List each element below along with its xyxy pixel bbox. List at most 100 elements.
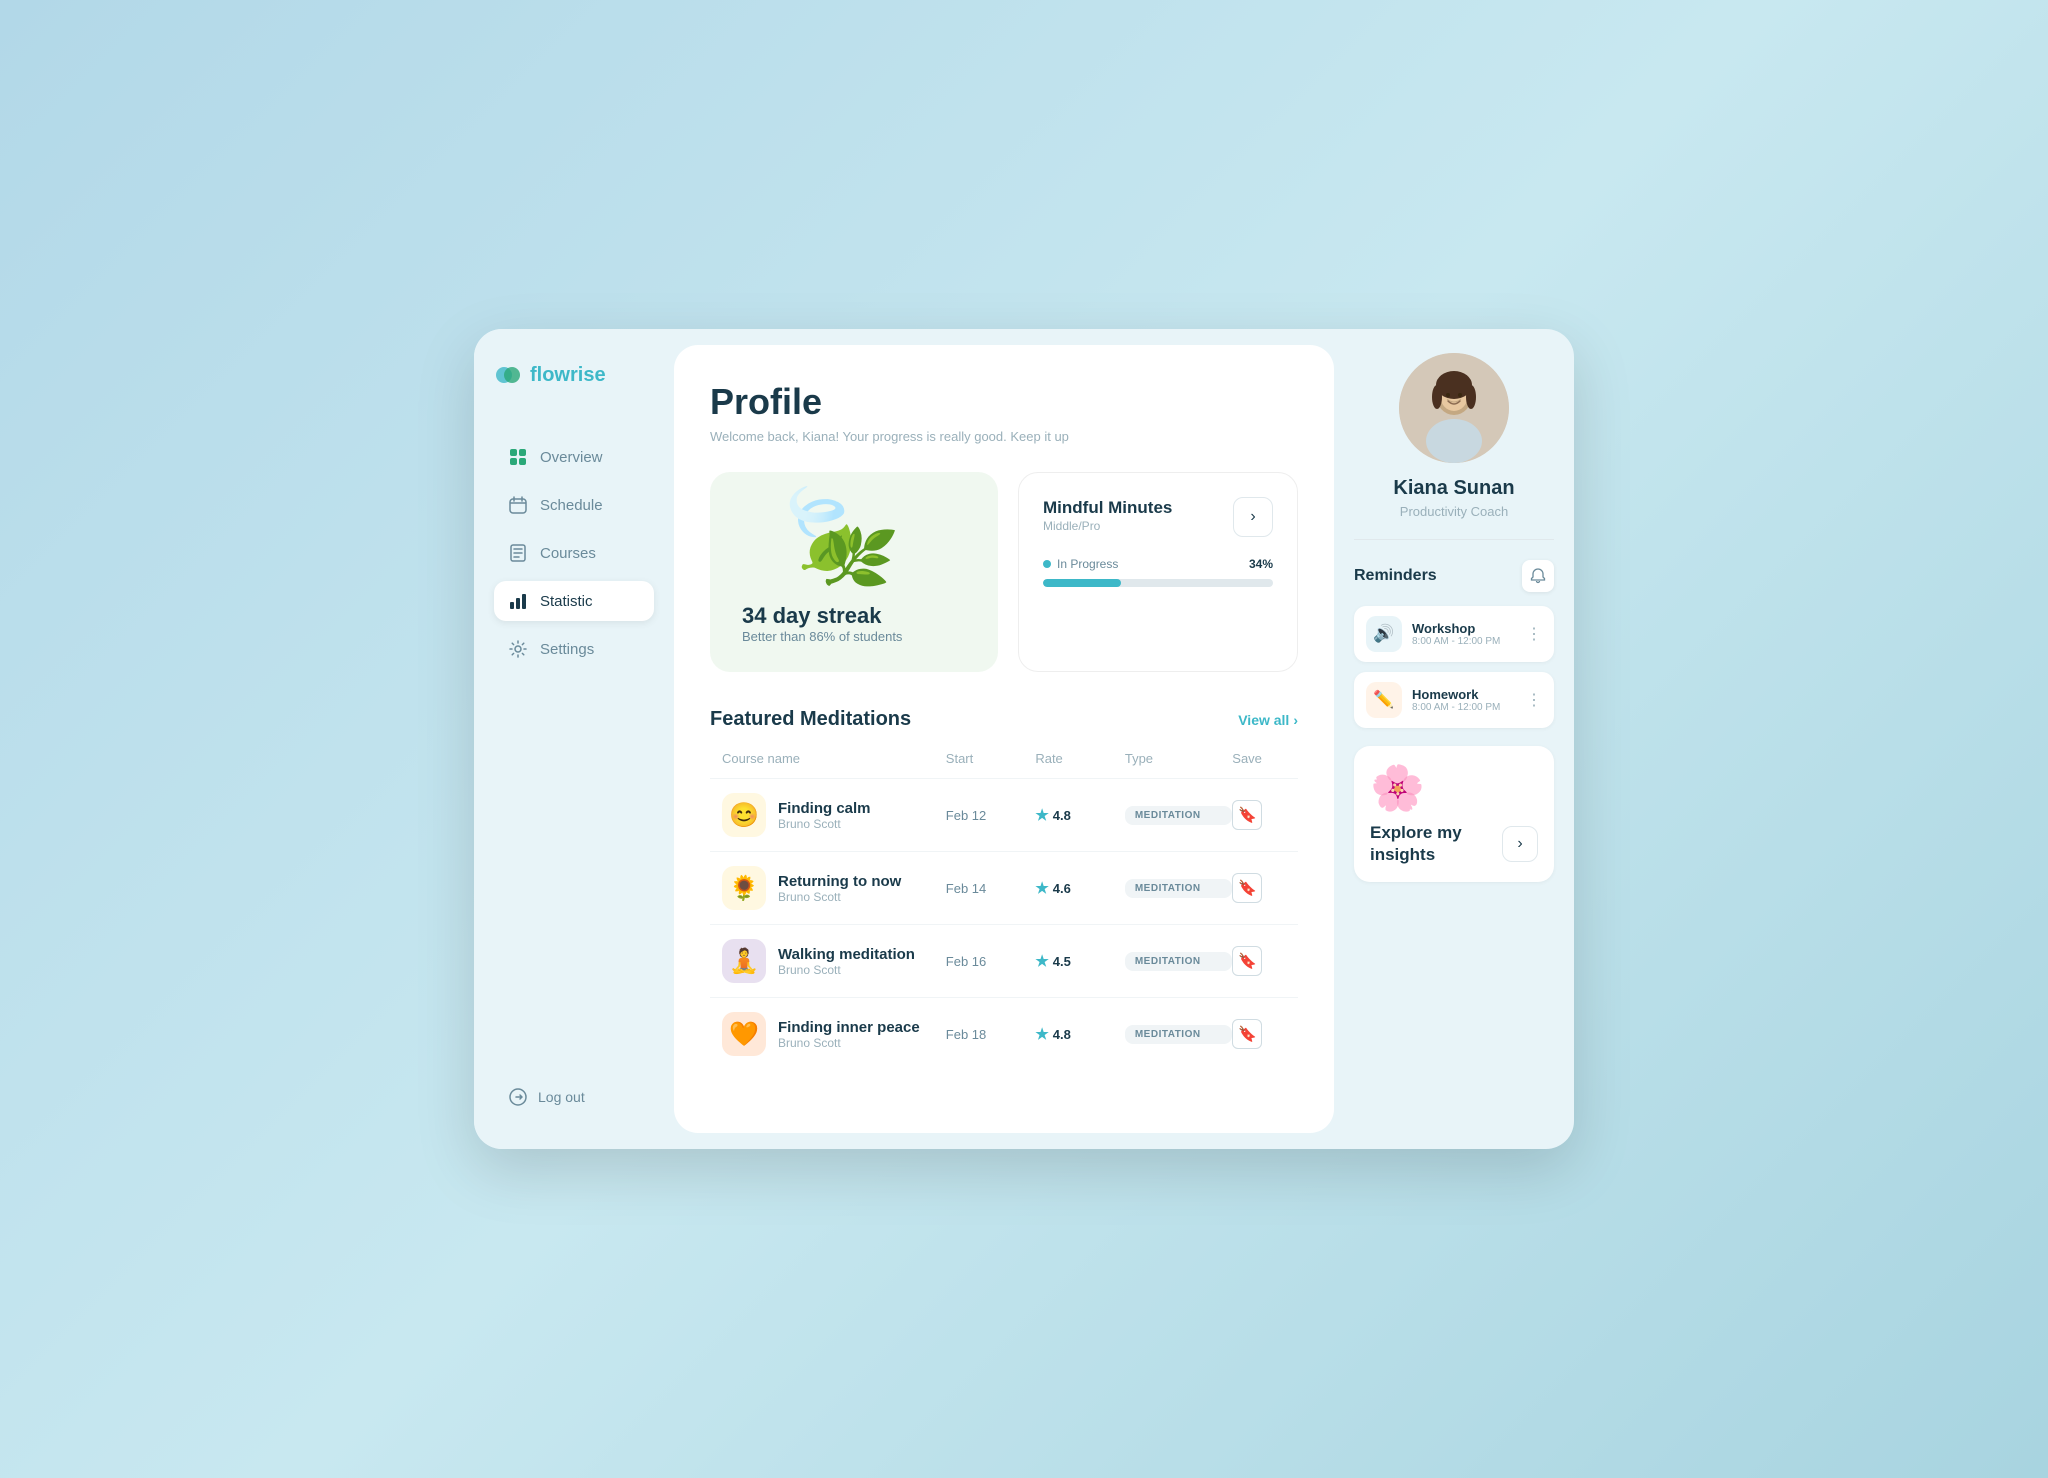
- progress-section: In Progress 34%: [1043, 557, 1273, 587]
- chevron-right-icon: ›: [1293, 712, 1298, 728]
- divider: [1354, 539, 1554, 540]
- reminder-menu-icon-2[interactable]: ⋮: [1526, 690, 1542, 710]
- course-card-header: Mindful Minutes Middle/Pro ›: [1043, 497, 1273, 537]
- sidebar: flowrise Overview Schedule Courses: [474, 329, 674, 1149]
- course-date-1: Feb 12: [946, 808, 1036, 823]
- sidebar-item-courses[interactable]: Courses: [494, 533, 654, 573]
- course-author-3: Bruno Scott: [778, 963, 915, 977]
- bookmark-button-2[interactable]: 🔖: [1232, 873, 1262, 903]
- insights-card: 🌸 Explore my insights ›: [1354, 746, 1554, 882]
- bar-chart-icon: [508, 591, 528, 611]
- course-card-nav-button[interactable]: ›: [1233, 497, 1273, 537]
- reminder-icon-2: ✏️: [1366, 682, 1402, 718]
- reminder-time-2: 8:00 AM - 12:00 PM: [1412, 702, 1516, 713]
- table-row[interactable]: 🌻 Returning to now Bruno Scott Feb 14 ★ …: [710, 851, 1298, 924]
- sidebar-item-schedule[interactable]: Schedule: [494, 485, 654, 525]
- col-rate: Rate: [1035, 751, 1125, 766]
- course-info: 🧘 Walking meditation Bruno Scott: [722, 939, 946, 983]
- logo: flowrise: [494, 361, 654, 389]
- user-name: Kiana Sunan: [1393, 477, 1514, 500]
- course-author-1: Bruno Scott: [778, 817, 871, 831]
- logout-icon: [508, 1087, 528, 1107]
- course-info: 😊 Finding calm Bruno Scott: [722, 793, 946, 837]
- avatar-image: [1399, 353, 1509, 463]
- course-date-2: Feb 14: [946, 881, 1036, 896]
- course-info: 🧡 Finding inner peace Bruno Scott: [722, 1012, 946, 1056]
- table-row[interactable]: 🧡 Finding inner peace Bruno Scott Feb 18…: [710, 997, 1298, 1070]
- reminder-name-1: Workshop: [1412, 621, 1516, 636]
- course-date-3: Feb 16: [946, 954, 1036, 969]
- course-type-3: MEDITATION: [1125, 952, 1232, 971]
- course-card: Mindful Minutes Middle/Pro › In Progress…: [1018, 472, 1298, 672]
- reminder-item-2[interactable]: ✏️ Homework 8:00 AM - 12:00 PM ⋮: [1354, 672, 1554, 728]
- course-type-4: MEDITATION: [1125, 1025, 1232, 1044]
- leaves-decoration: 🍃 🌿: [730, 482, 998, 602]
- course-rating-4: ★ 4.8: [1035, 1025, 1125, 1043]
- course-name-3: Walking meditation: [778, 946, 915, 963]
- flower-icon: 🌸: [1370, 762, 1425, 814]
- course-name-4: Finding inner peace: [778, 1019, 920, 1036]
- insights-nav-button[interactable]: ›: [1502, 826, 1538, 862]
- course-card-level: Middle/Pro: [1043, 519, 1172, 533]
- insights-title: Explore my insights: [1370, 822, 1502, 866]
- table-row[interactable]: 🧘 Walking meditation Bruno Scott Feb 16 …: [710, 924, 1298, 997]
- leaf-small-icon: 🌿: [814, 516, 900, 599]
- avatar: [1399, 353, 1509, 463]
- grid-icon: [508, 447, 528, 467]
- star-icon: ★: [1035, 806, 1048, 824]
- course-rating-2: ★ 4.6: [1035, 879, 1125, 897]
- bookmark-button-3[interactable]: 🔖: [1232, 946, 1262, 976]
- logout-button[interactable]: Log out: [494, 1077, 654, 1117]
- section-title: Featured Meditations: [710, 708, 911, 731]
- progress-label: In Progress: [1043, 557, 1118, 571]
- user-role: Productivity Coach: [1400, 504, 1508, 519]
- sidebar-item-courses-label: Courses: [540, 545, 596, 562]
- table-row[interactable]: 😊 Finding calm Bruno Scott Feb 12 ★ 4.8 …: [710, 778, 1298, 851]
- course-type-1: MEDITATION: [1125, 806, 1232, 825]
- star-icon: ★: [1035, 1025, 1048, 1043]
- streak-card: 🍃 🌿 34 day streak Better than 86% of stu…: [710, 472, 998, 672]
- logo-text: flowrise: [530, 364, 606, 387]
- view-all-button[interactable]: View all ›: [1238, 712, 1298, 728]
- course-name-1: Finding calm: [778, 800, 871, 817]
- logout-label: Log out: [538, 1089, 585, 1105]
- reminder-icon-1: 🔊: [1366, 616, 1402, 652]
- page-title: Profile: [710, 381, 1298, 423]
- reminder-name-2: Homework: [1412, 687, 1516, 702]
- col-course-name: Course name: [722, 751, 946, 766]
- progress-percentage: 34%: [1249, 557, 1273, 571]
- course-type-2: MEDITATION: [1125, 879, 1232, 898]
- course-thumb-4: 🧡: [722, 1012, 766, 1056]
- reminder-item-1[interactable]: 🔊 Workshop 8:00 AM - 12:00 PM ⋮: [1354, 606, 1554, 662]
- sidebar-item-overview[interactable]: Overview: [494, 437, 654, 477]
- sidebar-item-statistic-label: Statistic: [540, 593, 593, 610]
- reminder-menu-icon-1[interactable]: ⋮: [1526, 624, 1542, 644]
- progress-bar: [1043, 579, 1273, 587]
- course-author-4: Bruno Scott: [778, 1036, 920, 1050]
- bell-icon: [1530, 568, 1546, 584]
- course-thumb-2: 🌻: [722, 866, 766, 910]
- sidebar-item-settings[interactable]: Settings: [494, 629, 654, 669]
- table-header: Course name Start Rate Type Save: [710, 751, 1298, 778]
- star-icon: ★: [1035, 952, 1048, 970]
- reminders-title: Reminders: [1354, 567, 1437, 585]
- bookmark-button-1[interactable]: 🔖: [1232, 800, 1262, 830]
- progress-fill: [1043, 579, 1121, 587]
- app-container: flowrise Overview Schedule Courses: [474, 329, 1574, 1149]
- sidebar-item-statistic[interactable]: Statistic: [494, 581, 654, 621]
- course-rating-3: ★ 4.5: [1035, 952, 1125, 970]
- col-start: Start: [946, 751, 1036, 766]
- col-save: Save: [1232, 751, 1286, 766]
- course-info: 🌻 Returning to now Bruno Scott: [722, 866, 946, 910]
- logo-icon: [494, 361, 522, 389]
- right-sidebar: Kiana Sunan Productivity Coach Reminders…: [1334, 329, 1574, 1149]
- course-rating-1: ★ 4.8: [1035, 806, 1125, 824]
- sidebar-item-settings-label: Settings: [540, 641, 594, 658]
- streak-days: 34 day streak: [742, 603, 966, 629]
- bookmark-button-4[interactable]: 🔖: [1232, 1019, 1262, 1049]
- bell-button[interactable]: [1522, 560, 1554, 592]
- progress-dot-indicator: [1043, 560, 1051, 568]
- course-card-title: Mindful Minutes: [1043, 497, 1172, 519]
- reminders-header: Reminders: [1354, 560, 1554, 592]
- course-author-2: Bruno Scott: [778, 890, 901, 904]
